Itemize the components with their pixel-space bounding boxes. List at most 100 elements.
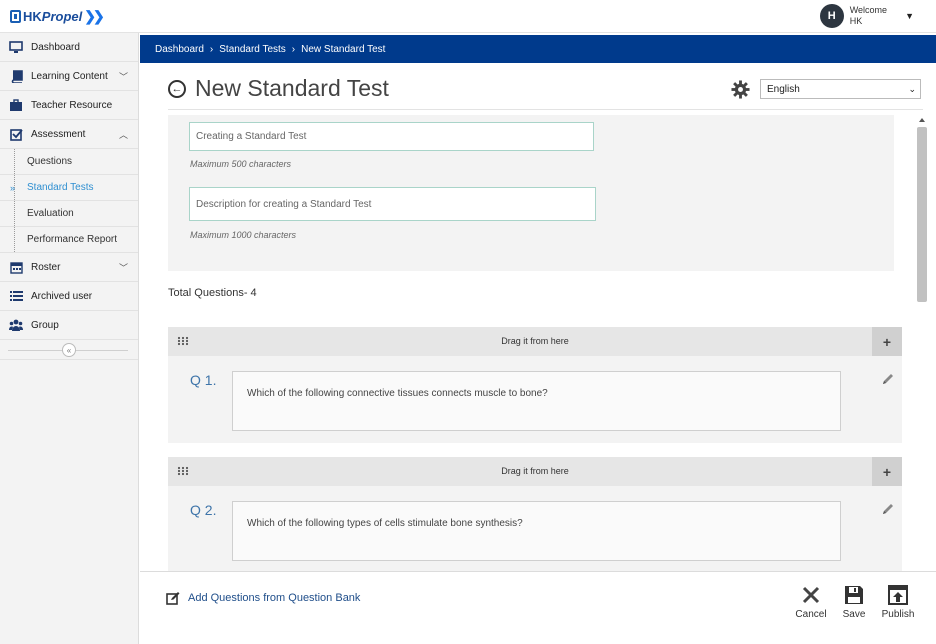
sidebar-item-archived-user[interactable]: Archived user [0,282,138,311]
add-question-button[interactable]: + [872,457,902,486]
save-label: Save [842,609,866,620]
logo-mark-icon [10,9,21,23]
language-select[interactable]: English ⌄ [760,79,921,99]
sidebar: Dashboard Learning Content ﹀ Teacher Res… [0,33,139,644]
sidebar-item-label: Assessment [31,128,86,140]
sidebar-subitem-label: Standard Tests [27,182,94,193]
test-details-form: Creating a Standard Test Maximum 500 cha… [168,115,894,271]
logo-text-propel: Propel [41,8,83,24]
question-number: Q 2. [190,502,217,518]
chevron-up-icon: ︿ [118,129,128,140]
test-title-input[interactable]: Creating a Standard Test [189,122,594,151]
sidebar-item-teacher-resource[interactable]: Teacher Resource [0,91,138,120]
sidebar-item-label: Group [31,319,59,331]
question-drag-handle[interactable]: Drag it from here + [168,327,902,356]
user-name: HK [849,16,863,26]
save-floppy-icon [845,586,863,604]
test-title-hint: Maximum 500 characters [190,159,292,169]
edit-pencil-icon[interactable] [881,502,895,516]
add-question-button[interactable]: + [872,327,902,356]
breadcrumb-separator-icon: › [291,43,296,55]
caret-down-icon[interactable]: ▼ [905,11,914,21]
sidebar-item-learning-content[interactable]: Learning Content ﹀ [0,62,138,91]
sidebar-subitem-label: Questions [27,156,73,167]
language-value: English [767,83,800,95]
sidebar-item-dashboard[interactable]: Dashboard [0,33,138,62]
sidebar-subitem-label: Performance Report [27,234,118,245]
publish-upload-icon [888,585,908,605]
sidebar-subitem-standard-tests[interactable]: » Standard Tests [0,175,138,201]
test-title-placeholder: Creating a Standard Test [196,131,307,142]
test-description-input[interactable]: Description for creating a Standard Test [189,187,596,221]
sidebar-collapse-row: « [0,340,138,360]
user-menu[interactable]: H Welcome HK ▼ [819,4,914,28]
sidebar-item-label: Dashboard [31,41,80,53]
breadcrumb-separator-icon: › [209,43,214,55]
question-drag-handle[interactable]: Drag it from here + [168,457,902,486]
test-description-hint: Maximum 1000 characters [190,230,297,240]
user-welcome-block: Welcome HK [850,5,887,27]
sidebar-item-roster[interactable]: Roster ﹀ [0,253,138,282]
test-description-placeholder: Description for creating a Standard Test [196,198,372,210]
sidebar-subitem-questions[interactable]: Questions [0,149,138,175]
question-text: Which of the following types of cells st… [232,501,841,561]
chevron-down-icon: ﹀ [118,71,128,82]
breadcrumb-dashboard[interactable]: Dashboard [155,44,204,55]
breadcrumb-standard-tests[interactable]: Standard Tests [219,44,286,55]
top-header: HK Propel ❯❯ H Welcome HK ▼ [0,0,936,33]
hkpropel-logo[interactable]: HK Propel ❯❯ [10,7,105,24]
sidebar-item-label: Roster [31,261,61,273]
monitor-icon [9,40,23,54]
checkbox-icon [9,127,23,141]
total-questions-count: Total Questions- 4 [168,287,257,299]
edit-pencil-icon[interactable] [881,372,895,386]
logo-chevrons-icon: ❯❯ [84,7,105,24]
edit-square-icon [166,592,180,605]
logo-text-hk: HK [23,8,42,24]
sidebar-item-label: Archived user [31,290,93,302]
sidebar-item-group[interactable]: Group [0,311,138,340]
add-questions-label: Add Questions from Question Bank [188,592,361,604]
welcome-label: Welcome [849,5,888,15]
group-icon [9,318,23,332]
publish-label: Publish [881,609,915,620]
breadcrumb: Dashboard › Standard Tests › New Standar… [140,35,936,63]
drag-label: Drag it from here [501,466,569,476]
vertical-scrollbar[interactable] [916,114,928,570]
question-card: Drag it from here + Q 1. Which of the fo… [168,327,902,443]
briefcase-icon [9,98,23,112]
chevron-down-icon: ⌄ [908,84,916,94]
save-button[interactable]: Save [834,584,874,620]
sidebar-subitem-performance-report[interactable]: Performance Report [0,227,138,253]
avatar: H [819,4,844,28]
sidebar-subitem-label: Evaluation [27,208,74,219]
sidebar-item-assessment[interactable]: Assessment ︿ [0,120,138,149]
sidebar-subitem-evaluation[interactable]: Evaluation [0,201,138,227]
question-number: Q 1. [190,372,217,388]
content-scroll-area[interactable]: Creating a Standard Test Maximum 500 cha… [140,111,936,571]
page-title: New Standard Test [195,75,389,101]
gear-icon[interactable] [731,80,750,99]
close-icon [802,586,820,604]
footer-actions: Add Questions from Question Bank Cancel … [140,571,936,644]
collapse-sidebar-icon[interactable]: « [62,343,76,357]
scroll-up-icon[interactable] [919,118,925,122]
drag-label: Drag it from here [501,336,569,346]
page-header: ← New Standard Test English ⌄ [168,74,923,110]
cancel-label: Cancel [795,609,827,620]
list-icon [9,289,23,303]
book-icon [9,69,23,83]
back-arrow-icon[interactable]: ← [168,80,186,98]
question-card: Drag it from here + Q 2. Which of the fo… [168,457,902,571]
add-questions-from-bank-link[interactable]: Add Questions from Question Bank [166,591,360,605]
sidebar-item-label: Learning Content [31,70,108,82]
question-text: Which of the following connective tissue… [232,371,841,431]
active-chevron-icon: » [10,182,16,193]
sidebar-item-label: Teacher Resource [31,99,113,111]
calendar-icon [9,260,23,274]
scrollbar-thumb[interactable] [917,127,927,302]
chevron-down-icon: ﹀ [118,262,128,273]
breadcrumb-current: New Standard Test [301,43,386,55]
publish-button[interactable]: Publish [878,584,918,620]
cancel-button[interactable]: Cancel [791,584,831,620]
